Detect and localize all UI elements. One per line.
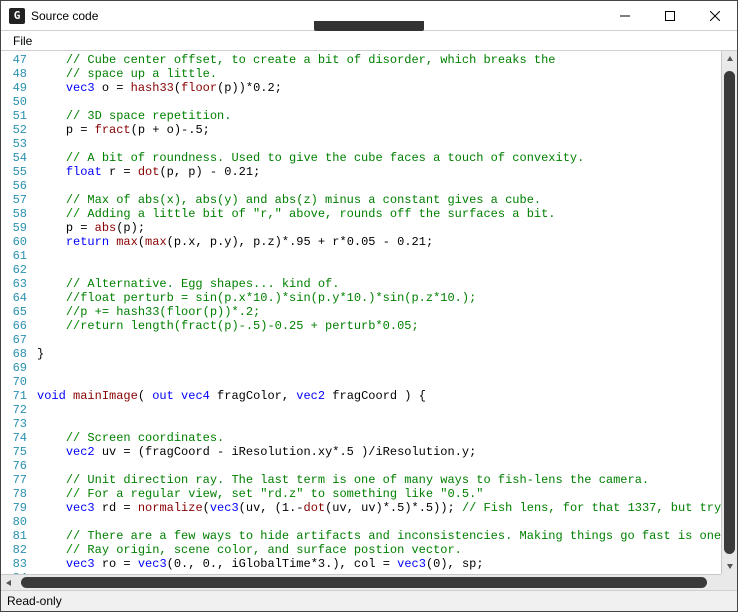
- code-line[interactable]: return max(max(p.x, p.y), p.z)*.95 + r*0…: [37, 235, 735, 249]
- horizontal-scroll-thumb[interactable]: [21, 577, 707, 588]
- minimize-icon: [620, 11, 630, 21]
- editor: 47 48 49 50 51 52 53 54 55 56 57 58 59 6…: [1, 51, 737, 591]
- code-line[interactable]: void mainImage( out vec4 fragColor, vec2…: [37, 389, 735, 403]
- code-line[interactable]: //return length(fract(p)-.5)-0.25 + pert…: [37, 319, 735, 333]
- code-line[interactable]: //float perturb = sin(p.x*10.)*sin(p.y*1…: [37, 291, 735, 305]
- line-number-gutter: 47 48 49 50 51 52 53 54 55 56 57 58 59 6…: [1, 51, 33, 590]
- code-line[interactable]: // Unit direction ray. The last term is …: [37, 473, 735, 487]
- code-line[interactable]: [37, 249, 735, 263]
- code-line[interactable]: // space up a little.: [37, 67, 735, 81]
- drag-handle[interactable]: [314, 21, 424, 31]
- code-line[interactable]: }: [37, 347, 735, 361]
- code-line[interactable]: [37, 403, 735, 417]
- menu-bar: File: [1, 31, 737, 51]
- maximize-icon: [665, 11, 675, 21]
- code-line[interactable]: p = fract(p + o)-.5;: [37, 123, 735, 137]
- code-line[interactable]: // 3D space repetition.: [37, 109, 735, 123]
- window-title: Source code: [31, 9, 98, 23]
- scroll-up-arrow[interactable]: [722, 51, 737, 67]
- code-line[interactable]: vec3 ro = vec3(0., 0., iGlobalTime*3.), …: [37, 557, 735, 571]
- horizontal-scrollbar[interactable]: [1, 574, 737, 590]
- code-line[interactable]: // Cube center offset, to create a bit o…: [37, 53, 735, 67]
- vertical-scrollbar[interactable]: [721, 51, 737, 574]
- status-text: Read-only: [7, 594, 62, 608]
- code-line[interactable]: p = abs(p);: [37, 221, 735, 235]
- code-line[interactable]: [37, 459, 735, 473]
- close-button[interactable]: [692, 1, 737, 30]
- code-line[interactable]: // Alternative. Egg shapes... kind of.: [37, 277, 735, 291]
- code-line[interactable]: // Max of abs(x), abs(y) and abs(z) minu…: [37, 193, 735, 207]
- status-bar: Read-only: [1, 591, 737, 611]
- window-controls: [602, 1, 737, 30]
- titlebar[interactable]: G Source code: [1, 1, 737, 31]
- code-area[interactable]: // Cube center offset, to create a bit o…: [33, 51, 737, 590]
- code-line[interactable]: [37, 179, 735, 193]
- code-line[interactable]: vec2 uv = (fragCoord - iResolution.xy*.5…: [37, 445, 735, 459]
- code-line[interactable]: [37, 333, 735, 347]
- app-window: G Source code File 47 48 49 50 51 52 53 …: [0, 0, 738, 612]
- code-line[interactable]: vec3 rd = normalize(vec3(uv, (1.-dot(uv,…: [37, 501, 735, 515]
- code-line[interactable]: [37, 137, 735, 151]
- code-line[interactable]: [37, 361, 735, 375]
- close-icon: [710, 11, 720, 21]
- menu-file[interactable]: File: [7, 32, 38, 50]
- minimize-button[interactable]: [602, 1, 647, 30]
- app-icon: G: [9, 8, 25, 24]
- vertical-scroll-thumb[interactable]: [724, 71, 735, 554]
- code-line[interactable]: // For a regular view, set "rd.z" to som…: [37, 487, 735, 501]
- code-line[interactable]: //p += hash33(floor(p))*.2;: [37, 305, 735, 319]
- code-line[interactable]: [37, 375, 735, 389]
- code-line[interactable]: [37, 95, 735, 109]
- code-line[interactable]: // Adding a little bit of "r," above, ro…: [37, 207, 735, 221]
- code-line[interactable]: [37, 515, 735, 529]
- scroll-corner: [721, 574, 737, 590]
- scroll-down-arrow[interactable]: [722, 558, 737, 574]
- code-line[interactable]: vec3 o = hash33(floor(p))*0.2;: [37, 81, 735, 95]
- maximize-button[interactable]: [647, 1, 692, 30]
- scroll-left-arrow[interactable]: [1, 575, 17, 590]
- code-line[interactable]: // Screen coordinates.: [37, 431, 735, 445]
- code-line[interactable]: [37, 417, 735, 431]
- code-line[interactable]: // Ray origin, scene color, and surface …: [37, 543, 735, 557]
- code-line[interactable]: float r = dot(p, p) - 0.21;: [37, 165, 735, 179]
- code-line[interactable]: // There are a few ways to hide artifact…: [37, 529, 735, 543]
- code-line[interactable]: // A bit of roundness. Used to give the …: [37, 151, 735, 165]
- code-line[interactable]: [37, 263, 735, 277]
